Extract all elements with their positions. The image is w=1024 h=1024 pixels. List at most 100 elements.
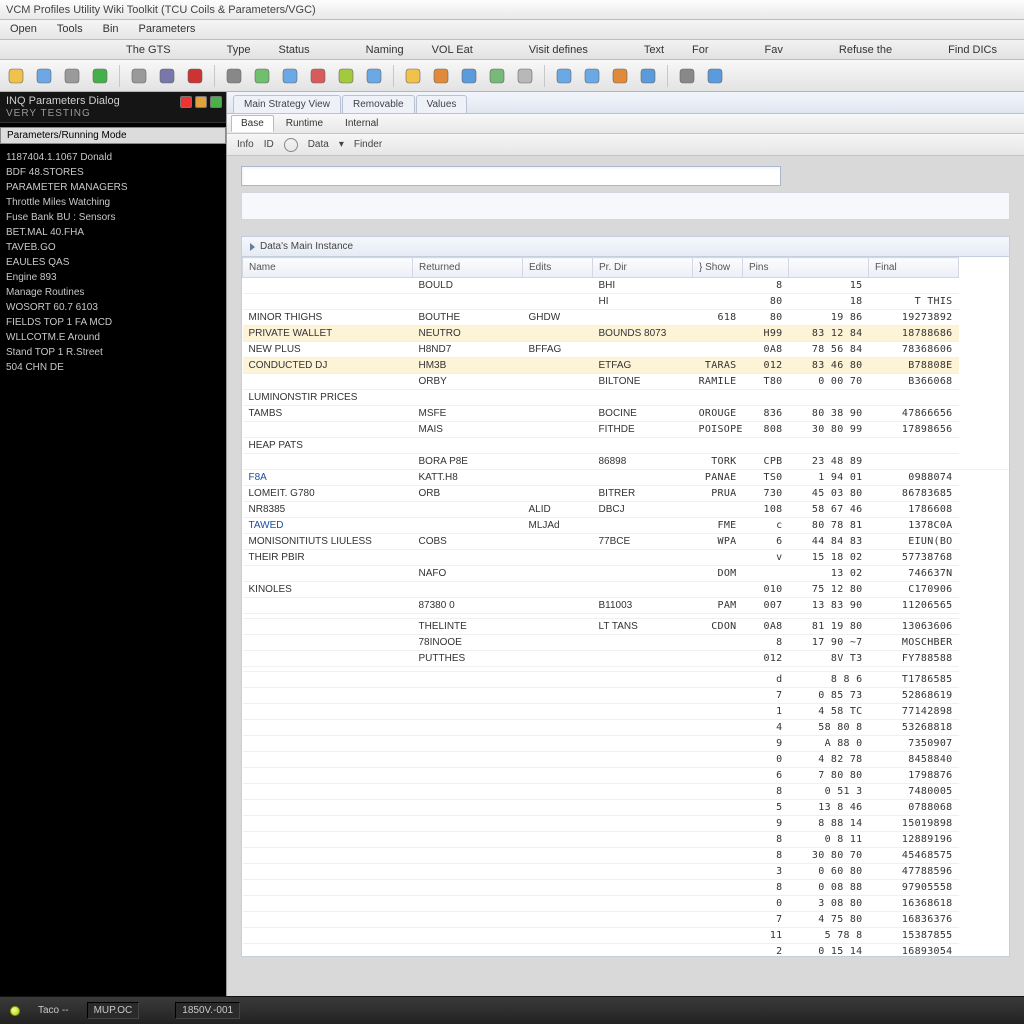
export-icon[interactable] bbox=[429, 64, 453, 88]
table-row[interactable]: MINOR THIGHSBOUTHEGHDW6188019 8619273892 bbox=[243, 310, 1010, 326]
table-row[interactable]: KINOLES01075 12 80C170906 bbox=[243, 582, 1010, 598]
minibar-item[interactable]: ID bbox=[264, 139, 274, 150]
table-row[interactable]: MONISONITIUTS LIULESSCOBS77BCEWPA644 84 … bbox=[243, 534, 1010, 550]
menu-item[interactable]: Type bbox=[213, 42, 265, 58]
wand-icon[interactable] bbox=[675, 64, 699, 88]
menu-item[interactable]: VOL Eat bbox=[418, 42, 487, 58]
navigator-item[interactable]: Stand TOP 1 R.Street bbox=[6, 345, 220, 360]
table-row[interactable]: 20 15 1416893054 bbox=[243, 944, 1010, 958]
table-row[interactable]: F8AKATT.H8PANAETS01 94 010988074 bbox=[243, 470, 1010, 486]
menu-item[interactable]: Open bbox=[0, 20, 47, 39]
menu-item[interactable]: Tools bbox=[47, 20, 93, 39]
page-icon[interactable] bbox=[401, 64, 425, 88]
menu-item[interactable]: Parameters bbox=[129, 20, 206, 39]
table-row[interactable]: 830 80 7045468575 bbox=[243, 848, 1010, 864]
cloud-icon[interactable] bbox=[513, 64, 537, 88]
table-row[interactable]: d8 8 6T1786585 bbox=[243, 672, 1010, 688]
inner-tab[interactable]: Runtime bbox=[276, 115, 333, 132]
table-row[interactable]: 80 8 1112889196 bbox=[243, 832, 1010, 848]
help-icon[interactable] bbox=[636, 64, 660, 88]
save-icon[interactable] bbox=[32, 64, 56, 88]
column-header[interactable]: Pr. Dir bbox=[593, 258, 693, 278]
table-row[interactable]: 80 08 8897905558 bbox=[243, 880, 1010, 896]
clock-icon[interactable] bbox=[334, 64, 358, 88]
table-row[interactable]: NEW PLUSH8ND7BFFAG0A878 56 8478368606 bbox=[243, 342, 1010, 358]
outer-tab[interactable]: Main Strategy View bbox=[233, 95, 341, 113]
menu-item[interactable]: Fav bbox=[751, 42, 797, 58]
menu-item[interactable] bbox=[324, 48, 352, 52]
navigator-selected-item[interactable]: Parameters/Running Mode bbox=[0, 127, 226, 144]
table-row[interactable]: 30 60 8047788596 bbox=[243, 864, 1010, 880]
navigator-item[interactable]: Throttle Miles Watching bbox=[6, 195, 220, 210]
outer-tab[interactable]: Removable bbox=[342, 95, 415, 113]
column-header[interactable]: Returned bbox=[413, 258, 523, 278]
table-row[interactable]: TAMBSMSFEBOCINEOROUGE83680 38 9047866656 bbox=[243, 406, 1010, 422]
table-row[interactable]: 78INOOE817 90 ~7MOSCHBER bbox=[243, 635, 1010, 651]
navigator-item[interactable]: WLLCOTM.E Around bbox=[6, 330, 220, 345]
table-row[interactable]: NR8385ALIDDBCJ10858 67 461786608 bbox=[243, 502, 1010, 518]
column-header[interactable]: Edits bbox=[523, 258, 593, 278]
table-row[interactable]: HEAP PATS bbox=[243, 438, 1010, 454]
menu-item[interactable]: Status bbox=[264, 42, 323, 58]
table-row[interactable]: 9A 88 07350907 bbox=[243, 736, 1010, 752]
navigator-item[interactable]: Manage Routines bbox=[6, 285, 220, 300]
navigator-item[interactable]: Engine 893 bbox=[6, 270, 220, 285]
note-icon[interactable] bbox=[608, 64, 632, 88]
menu-item[interactable] bbox=[487, 48, 515, 52]
table-row[interactable]: THEIR PBIRv15 18 0257738768 bbox=[243, 550, 1010, 566]
navigator-item[interactable]: EAULES QAS bbox=[6, 255, 220, 270]
table-row[interactable]: BOULDBHI815 bbox=[243, 278, 1010, 294]
menu-item[interactable] bbox=[84, 48, 112, 52]
table-row[interactable]: PRIVATE WALLETNEUTROBOUNDS 8073H9983 12 … bbox=[243, 326, 1010, 342]
phone-icon[interactable] bbox=[155, 64, 179, 88]
table-row[interactable]: CONDUCTED DJHM3BETFAGTARAS01283 46 80B78… bbox=[243, 358, 1010, 374]
chart-green-icon[interactable] bbox=[485, 64, 509, 88]
section-header[interactable]: Data's Main Instance bbox=[241, 236, 1010, 257]
navigator-item[interactable]: PARAMETER MANAGERS bbox=[6, 180, 220, 195]
refresh-small-icon[interactable] bbox=[284, 138, 298, 152]
outer-tab[interactable]: Values bbox=[416, 95, 468, 113]
menu-item[interactable] bbox=[797, 48, 825, 52]
stop-icon[interactable] bbox=[183, 64, 207, 88]
navigator-item[interactable]: Fuse Bank BU : Sensors bbox=[6, 210, 220, 225]
navigator-item[interactable]: BDF 48.STORES bbox=[6, 165, 220, 180]
minibar-item[interactable]: Finder bbox=[354, 139, 382, 150]
column-header[interactable] bbox=[789, 258, 869, 278]
menu-item[interactable]: Naming bbox=[352, 42, 418, 58]
refresh-icon[interactable] bbox=[88, 64, 112, 88]
table-row[interactable]: NAFODOM13 02746637N bbox=[243, 566, 1010, 582]
menu-item[interactable]: The GTS bbox=[112, 42, 185, 58]
menu-item[interactable] bbox=[56, 48, 84, 52]
table-row[interactable]: 98 88 1415019898 bbox=[243, 816, 1010, 832]
column-header[interactable]: } Show bbox=[693, 258, 743, 278]
column-header[interactable]: Pins bbox=[743, 258, 789, 278]
column-header[interactable]: Final bbox=[869, 258, 959, 278]
menu-item[interactable]: Refuse the bbox=[825, 42, 906, 58]
table-row[interactable]: 70 85 7352868619 bbox=[243, 688, 1010, 704]
world-icon[interactable] bbox=[552, 64, 576, 88]
filter-strip[interactable] bbox=[241, 192, 1010, 220]
table-row[interactable]: 115 78 815387855 bbox=[243, 928, 1010, 944]
menu-item[interactable]: For bbox=[678, 42, 723, 58]
table-row[interactable]: 80 51 37480005 bbox=[243, 784, 1010, 800]
menu-item[interactable] bbox=[185, 48, 213, 52]
history-icon[interactable] bbox=[127, 64, 151, 88]
menu-item[interactable]: Find DICs bbox=[934, 42, 1011, 58]
table-row[interactable]: THELINTELT TANSCDON0A881 19 8013063606 bbox=[243, 619, 1010, 635]
table-row[interactable]: HI8018T THIS bbox=[243, 294, 1010, 310]
table-row[interactable]: BORA P8E86898TORKCPB23 48 89 bbox=[243, 454, 1010, 470]
globe-icon[interactable] bbox=[362, 64, 386, 88]
navigator-item[interactable]: TAVEB.GO bbox=[6, 240, 220, 255]
world2-icon[interactable] bbox=[580, 64, 604, 88]
navigator-item[interactable]: 1187404.1.1067 Donald bbox=[6, 150, 220, 165]
menu-item[interactable] bbox=[0, 48, 28, 52]
table-row[interactable]: 14 58 TC77142898 bbox=[243, 704, 1010, 720]
table-row[interactable]: MAISFITHDEPOISOPE80830 80 9917898656 bbox=[243, 422, 1010, 438]
data-grid[interactable]: NameReturnedEditsPr. Dir} ShowPinsFinal … bbox=[241, 257, 1010, 957]
disk-blue-icon[interactable] bbox=[278, 64, 302, 88]
navigator-item[interactable]: 504 CHN DE bbox=[6, 360, 220, 375]
minibar-item[interactable]: Data bbox=[308, 139, 329, 150]
table-row[interactable]: 458 80 853268818 bbox=[243, 720, 1010, 736]
menu-item[interactable] bbox=[602, 48, 630, 52]
table-row[interactable]: 87380 0B11003PAM00713 83 9011206565 bbox=[243, 598, 1010, 614]
